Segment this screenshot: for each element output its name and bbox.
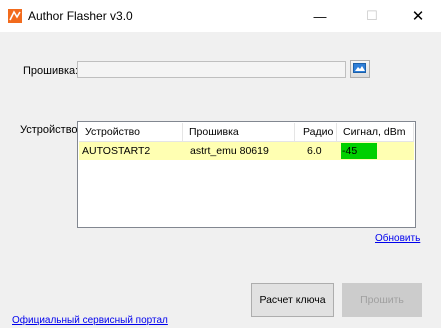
refresh-link[interactable]: Обновить — [375, 233, 420, 244]
device-label: Устройство: — [20, 124, 81, 136]
browse-firmware-button[interactable] — [350, 60, 370, 78]
column-header-signal[interactable]: Сигнал, dBm — [337, 123, 414, 141]
key-calc-button[interactable]: Расчет ключа — [251, 283, 334, 317]
radio-cell: 6.0 — [307, 145, 322, 157]
window-title: Author Flasher v3.0 — [28, 9, 133, 23]
firmware-path-field[interactable] — [77, 61, 346, 78]
minimize-button[interactable]: — — [297, 0, 343, 32]
table-row[interactable]: AUTOSTART2 astrt_emu 80619 6.0 -45 — [79, 142, 414, 160]
column-header-firmware[interactable]: Прошивка — [183, 123, 295, 141]
signal-cell: -45 — [341, 143, 377, 159]
column-header-radio[interactable]: Радио — [295, 123, 337, 141]
device-list[interactable]: Устройство Прошивка Радио Сигнал, dBm AU… — [77, 121, 416, 228]
column-header-device[interactable]: Устройство — [79, 123, 183, 141]
device-cell: AUTOSTART2 — [82, 145, 151, 157]
firmware-cell: astrt_emu 80619 — [190, 145, 269, 157]
flash-button[interactable]: Прошить — [342, 283, 422, 317]
device-list-header: Устройство Прошивка Радио Сигнал, dBm — [79, 123, 414, 142]
author-flasher-logo-icon — [8, 9, 22, 23]
close-button[interactable]: ✕ — [395, 0, 441, 32]
firmware-label: Прошивка: — [23, 65, 79, 77]
folder-open-icon — [353, 62, 367, 77]
title-bar: Author Flasher v3.0 — ☐ ✕ — [0, 0, 441, 32]
maximize-button[interactable]: ☐ — [349, 0, 395, 32]
service-portal-link[interactable]: Официальный сервисный портал — [12, 315, 168, 326]
